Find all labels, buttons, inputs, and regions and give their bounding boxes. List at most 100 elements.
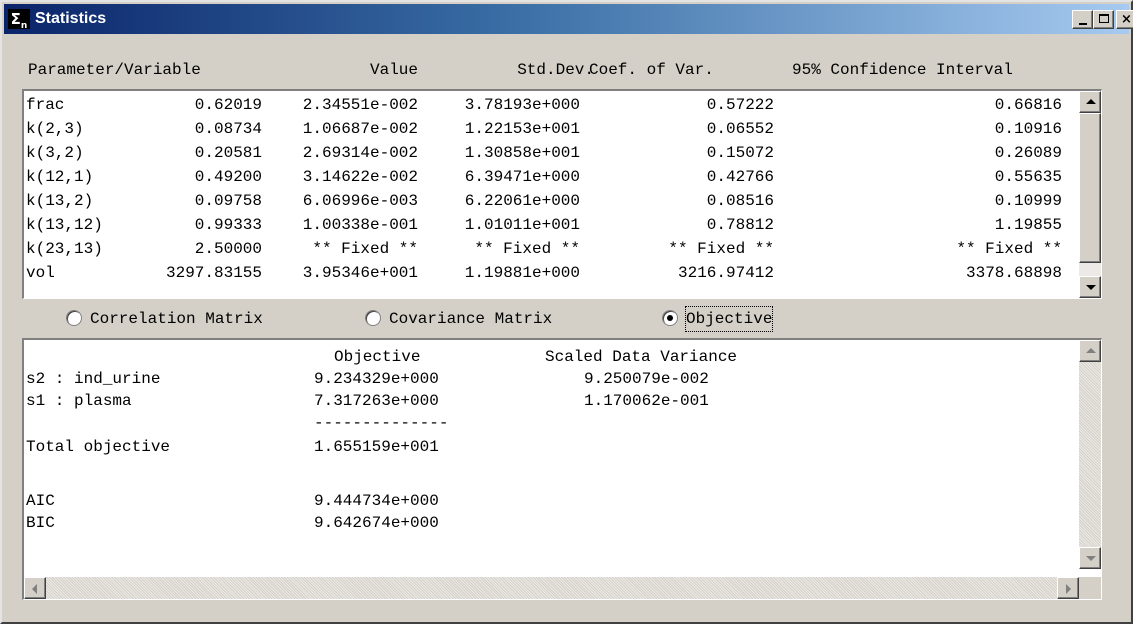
sigma-icon[interactable]: Σn: [8, 9, 30, 31]
param-value: 0.62019: [194, 96, 262, 114]
objective-column-header: Objective: [334, 348, 421, 366]
param-value: 0.08734: [194, 120, 262, 138]
param-ci-low: 0.08516: [706, 192, 774, 210]
param-ci-low: 0.15072: [706, 144, 774, 162]
param-name: k(13,12): [26, 216, 103, 234]
param-name: k(3,2): [26, 144, 84, 162]
arrow-down-icon: [1086, 285, 1096, 290]
param-ci-low: ** Fixed **: [668, 240, 774, 258]
parameter-table[interactable]: frac 0.62019 2.34551e-002 3.78193e+000 0…: [22, 89, 1102, 299]
minimize-button[interactable]: [1072, 10, 1093, 29]
objective-radio[interactable]: [662, 310, 678, 326]
param-std-dev: 3.14622e-002: [302, 168, 418, 186]
param-value: 0.99333: [194, 216, 262, 234]
aic-label: AIC: [26, 492, 55, 510]
param-name: k(2,3): [26, 120, 84, 138]
param-value: 0.49200: [194, 168, 262, 186]
correlation-matrix-label[interactable]: Correlation Matrix: [90, 307, 263, 331]
arrow-down-icon: [1086, 556, 1096, 561]
scroll-down-button[interactable]: [1079, 276, 1101, 298]
correlation-matrix-radio[interactable]: [66, 310, 82, 326]
param-ci-low: 0.57222: [706, 96, 774, 114]
objective-row-label: s2 : ind_urine: [26, 370, 161, 388]
header-value: Value: [369, 61, 418, 79]
title-bar[interactable]: Σn Statistics ×: [4, 4, 1133, 34]
scroll-up-button[interactable]: [1079, 340, 1101, 362]
header-parameter: Parameter/Variable: [28, 61, 201, 79]
maximize-button[interactable]: [1093, 10, 1114, 29]
param-coef-var: 6.39471e+000: [464, 168, 580, 186]
objective-row-value: 7.317263e+000: [314, 392, 439, 410]
param-coef-var: 3.78193e+000: [464, 96, 580, 114]
statistics-window: Σn Statistics × Parameter/Variable Value…: [0, 0, 1133, 624]
param-std-dev: 6.06996e-003: [302, 192, 418, 210]
covariance-matrix-label[interactable]: Covariance Matrix: [389, 307, 552, 331]
objective-option[interactable]: Objective: [662, 306, 802, 332]
param-name: k(23,13): [26, 240, 103, 258]
param-ci-low: 3216.97412: [677, 264, 774, 282]
window-title: Statistics: [35, 10, 107, 27]
objective-vertical-scrollbar[interactable]: [1079, 340, 1101, 569]
parameter-table-scrollbar[interactable]: [1079, 91, 1101, 298]
param-std-dev: 2.69314e-002: [302, 144, 418, 162]
bic-value: 9.642674e+000: [314, 514, 439, 532]
objective-label[interactable]: Objective: [684, 306, 774, 332]
table-row[interactable]: k(23,13) 2.50000 ** Fixed ** ** Fixed **…: [24, 237, 1074, 261]
param-ci-high: 0.26089: [994, 144, 1062, 162]
arrow-up-icon: [1086, 348, 1096, 353]
param-std-dev: 3.95346e+001: [302, 264, 418, 282]
aic-value: 9.444734e+000: [314, 492, 439, 510]
table-row[interactable]: k(13,12) 0.99333 1.00338e-001 1.01011e+0…: [24, 213, 1074, 237]
total-objective-value: 1.655159e+001: [314, 438, 439, 456]
table-row[interactable]: k(13,2) 0.09758 6.06996e-003 6.22061e+00…: [24, 189, 1074, 213]
minimize-icon: [1079, 23, 1087, 25]
param-value: 0.20581: [194, 144, 262, 162]
total-separator: --------------: [314, 414, 449, 432]
scroll-up-button[interactable]: [1079, 91, 1101, 113]
param-ci-high: 1.19855: [994, 216, 1062, 234]
bic-label: BIC: [26, 514, 55, 532]
objective-panel[interactable]: Objective Scaled Data Variance s2 : ind_…: [22, 338, 1102, 600]
total-objective-label: Total objective: [26, 438, 171, 456]
param-ci-high: 0.10999: [994, 192, 1062, 210]
header-confidence-interval: 95% Confidence Interval: [792, 61, 1013, 79]
scroll-thumb[interactable]: [1079, 113, 1101, 263]
param-ci-high: 0.66816: [994, 96, 1062, 114]
table-row[interactable]: k(12,1) 0.49200 3.14622e-002 6.39471e+00…: [24, 165, 1074, 189]
param-name: k(13,2): [26, 192, 94, 210]
scroll-right-button[interactable]: [1057, 577, 1079, 599]
scroll-left-button[interactable]: [24, 577, 46, 599]
param-name: vol: [26, 264, 55, 282]
objective-row-label: s1 : plasma: [26, 392, 132, 410]
param-ci-low: 0.06552: [706, 120, 774, 138]
close-button[interactable]: ×: [1116, 10, 1133, 29]
table-row[interactable]: k(2,3) 0.08734 1.06687e-002 1.22153e+001…: [24, 117, 1074, 141]
scroll-down-button[interactable]: [1079, 547, 1101, 569]
param-std-dev: 2.34551e-002: [302, 96, 418, 114]
param-coef-var: ** Fixed **: [474, 240, 580, 258]
param-std-dev: 1.06687e-002: [302, 120, 418, 138]
correlation-matrix-option[interactable]: Correlation Matrix: [66, 307, 296, 331]
param-name: frac: [26, 96, 65, 114]
header-std-dev: Std.Dev.: [517, 61, 594, 79]
table-row[interactable]: frac 0.62019 2.34551e-002 3.78193e+000 0…: [24, 93, 1074, 117]
param-ci-low: 0.42766: [706, 168, 774, 186]
param-ci-high: 0.10916: [994, 120, 1062, 138]
param-coef-var: 6.22061e+000: [464, 192, 580, 210]
param-coef-var: 1.01011e+001: [464, 216, 580, 234]
param-ci-low: 0.78812: [706, 216, 774, 234]
maximize-icon: [1099, 14, 1109, 23]
header-coef-of-var: Coef. of Var.: [589, 61, 714, 79]
param-ci-high: ** Fixed **: [956, 240, 1062, 258]
table-row[interactable]: vol 3297.83155 3.95346e+001 1.19881e+000…: [24, 261, 1074, 285]
param-ci-high: 3378.68898: [965, 264, 1062, 282]
statistics-content: Parameter/Variable Value Std.Dev. Coef. …: [22, 50, 1112, 602]
param-std-dev: ** Fixed **: [312, 240, 418, 258]
covariance-matrix-radio[interactable]: [365, 310, 381, 326]
covariance-matrix-option[interactable]: Covariance Matrix: [365, 307, 575, 331]
param-ci-high: 0.55635: [994, 168, 1062, 186]
table-row[interactable]: k(3,2) 0.20581 2.69314e-002 1.30858e+001…: [24, 141, 1074, 165]
param-value: 2.50000: [194, 240, 262, 258]
param-coef-var: 1.22153e+001: [464, 120, 580, 138]
objective-horizontal-scrollbar[interactable]: [24, 577, 1079, 599]
